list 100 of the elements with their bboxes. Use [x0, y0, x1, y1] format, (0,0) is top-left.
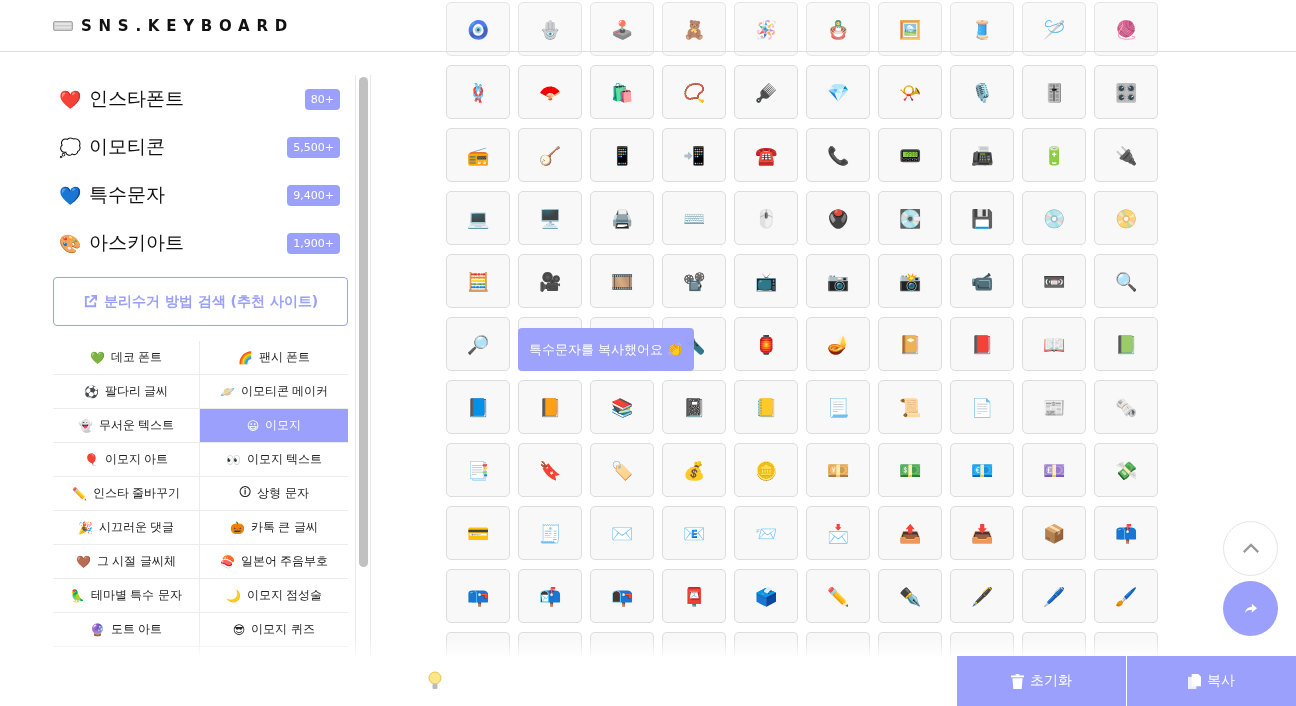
emoji-key[interactable]: 📠 [950, 128, 1014, 182]
emoji-key[interactable]: 🧶 [1094, 2, 1158, 56]
emoji-key[interactable] [1094, 632, 1158, 656]
emoji-key[interactable]: 🔍 [1094, 254, 1158, 308]
emoji-key[interactable]: 🧸 [662, 2, 726, 56]
emoji-key[interactable] [878, 632, 942, 656]
emoji-key[interactable]: 📿 [662, 65, 726, 119]
emoji-key[interactable]: 📮 [662, 569, 726, 623]
emoji-key[interactable]: 📦 [1022, 506, 1086, 560]
emoji-key[interactable]: 📓 [662, 380, 726, 434]
emoji-key[interactable]: 🪢 [446, 65, 510, 119]
site-logo[interactable]: SNS.KEYBOARD [81, 16, 294, 35]
emoji-key[interactable]: 🧿 [446, 2, 510, 56]
emoji-key[interactable]: 🗳 [734, 569, 798, 623]
emoji-key[interactable]: 📖 [1022, 317, 1086, 371]
category-item[interactable]: 💙 특수문자 9,400+ [53, 171, 348, 219]
emoji-key[interactable] [1022, 632, 1086, 656]
emoji-key[interactable]: 📑 [446, 443, 510, 497]
menu-link[interactable]: ⚽ 팔다리 글씨 [53, 375, 200, 409]
menu-link[interactable]: 🎃 카톡 큰 글씨 [200, 511, 348, 545]
emoji-key[interactable]: 🎙 [950, 65, 1014, 119]
emoji-key[interactable]: 💻 [446, 191, 510, 245]
emoji-key[interactable]: 🪬 [518, 2, 582, 56]
emoji-key[interactable]: 📲 [662, 128, 726, 182]
menu-link[interactable]: ✏ 인스타 줄바꾸기 [53, 477, 200, 511]
menu-link[interactable]: 🎉 시끄러운 댓글 [53, 511, 200, 545]
emoji-key[interactable] [446, 632, 510, 656]
category-item[interactable]: 💭 이모티콘 5,500+ [53, 123, 348, 171]
emoji-key[interactable]: 🎥 [518, 254, 582, 308]
emoji-key[interactable]: 📥 [950, 506, 1014, 560]
emoji-key[interactable]: 🪮 [734, 65, 798, 119]
emoji-key[interactable]: 📟 [878, 128, 942, 182]
menu-link[interactable]: 🤎 그 시절 글씨체 [53, 545, 200, 579]
emoji-key[interactable]: 🪆 [806, 2, 870, 56]
emoji-key[interactable]: 🎚 [1022, 65, 1086, 119]
share-button[interactable] [1223, 581, 1278, 636]
menu-link[interactable]: 🛈 상형 문자 [200, 477, 348, 511]
emoji-key[interactable]: 💎 [806, 65, 870, 119]
emoji-key[interactable] [734, 632, 798, 656]
emoji-key[interactable]: 🖌 [1094, 569, 1158, 623]
emoji-key[interactable]: 🗞 [1094, 380, 1158, 434]
emoji-key[interactable]: 🖋 [950, 569, 1014, 623]
emoji-key[interactable]: 🖱 [734, 191, 798, 245]
emoji-key[interactable]: 📧 [662, 506, 726, 560]
emoji-key[interactable]: 🖊 [1022, 569, 1086, 623]
emoji-key[interactable]: 🔎 [446, 317, 510, 371]
emoji-key[interactable]: 🪔 [806, 317, 870, 371]
emoji-key[interactable]: 📺 [734, 254, 798, 308]
emoji-key[interactable]: 💷 [1022, 443, 1086, 497]
emoji-key[interactable]: 📽 [662, 254, 726, 308]
emoji-key[interactable]: 📱 [590, 128, 654, 182]
emoji-key[interactable]: ☎ [734, 128, 798, 182]
emoji-key[interactable]: 💿 [1022, 191, 1086, 245]
menu-link[interactable]: 😎 이모지 퀴즈 [200, 613, 348, 647]
emoji-key[interactable]: ⌨ [662, 191, 726, 245]
menu-link[interactable]: 👀 이모지 텍스트 [200, 443, 348, 477]
emoji-key[interactable]: 📰 [1022, 380, 1086, 434]
category-item[interactable]: 🎨 아스키아트 1,900+ [53, 219, 348, 267]
emoji-key[interactable]: 💸 [1094, 443, 1158, 497]
emoji-key[interactable]: 💶 [950, 443, 1014, 497]
emoji-key[interactable]: 🖥 [518, 191, 582, 245]
emoji-key[interactable]: 📫 [1094, 506, 1158, 560]
emoji-key[interactable]: 📷 [806, 254, 870, 308]
emoji-key[interactable]: 📩 [806, 506, 870, 560]
menu-link[interactable]: 🦜 테마별 특수 문자 [53, 579, 200, 613]
emoji-key[interactable]: 💵 [878, 443, 942, 497]
emoji-key[interactable]: 🖨 [590, 191, 654, 245]
emoji-key[interactable]: 📞 [806, 128, 870, 182]
emoji-key[interactable]: 🏮 [734, 317, 798, 371]
emoji-key[interactable]: 📼 [1022, 254, 1086, 308]
emoji-key[interactable]: 📭 [590, 569, 654, 623]
scrollbar-thumb[interactable] [358, 77, 368, 567]
emoji-key[interactable]: 📕 [950, 317, 1014, 371]
menu-link[interactable]: 🍣 일본어 주음부호 [200, 545, 348, 579]
emoji-key[interactable] [806, 632, 870, 656]
emoji-key[interactable]: 🪕 [518, 128, 582, 182]
emoji-key[interactable] [590, 632, 654, 656]
emoji-key[interactable]: 🎞 [590, 254, 654, 308]
emoji-key[interactable]: 🪭 [518, 65, 582, 119]
emoji-key[interactable]: 📹 [950, 254, 1014, 308]
emoji-key[interactable]: 💽 [878, 191, 942, 245]
emoji-key[interactable]: 📜 [878, 380, 942, 434]
emoji-key[interactable]: 🛍 [590, 65, 654, 119]
emoji-key[interactable] [518, 632, 582, 656]
menu-link[interactable]: 💚 데코 폰트 [53, 341, 200, 375]
menu-link[interactable]: 🎈 이모지 아트 [53, 443, 200, 477]
emoji-key[interactable]: 🔖 [518, 443, 582, 497]
menu-link[interactable]: 🌈 팬시 폰트 [200, 341, 348, 375]
menu-link[interactable]: 🌙 이모지 점성술 [200, 579, 348, 613]
emoji-key[interactable]: 📪 [446, 569, 510, 623]
emoji-key[interactable]: 📘 [446, 380, 510, 434]
emoji-key[interactable] [950, 632, 1014, 656]
menu-link[interactable]: 🔮 도트 아트 [53, 613, 200, 647]
lightbulb-icon[interactable] [428, 671, 442, 691]
emoji-key[interactable]: 📚 [590, 380, 654, 434]
emoji-key[interactable]: 📤 [878, 506, 942, 560]
emoji-key[interactable]: 🎛 [1094, 65, 1158, 119]
emoji-key[interactable]: 🔌 [1094, 128, 1158, 182]
emoji-key[interactable] [662, 632, 726, 656]
category-item[interactable]: ❤ 인스타폰트 80+ [53, 75, 348, 123]
